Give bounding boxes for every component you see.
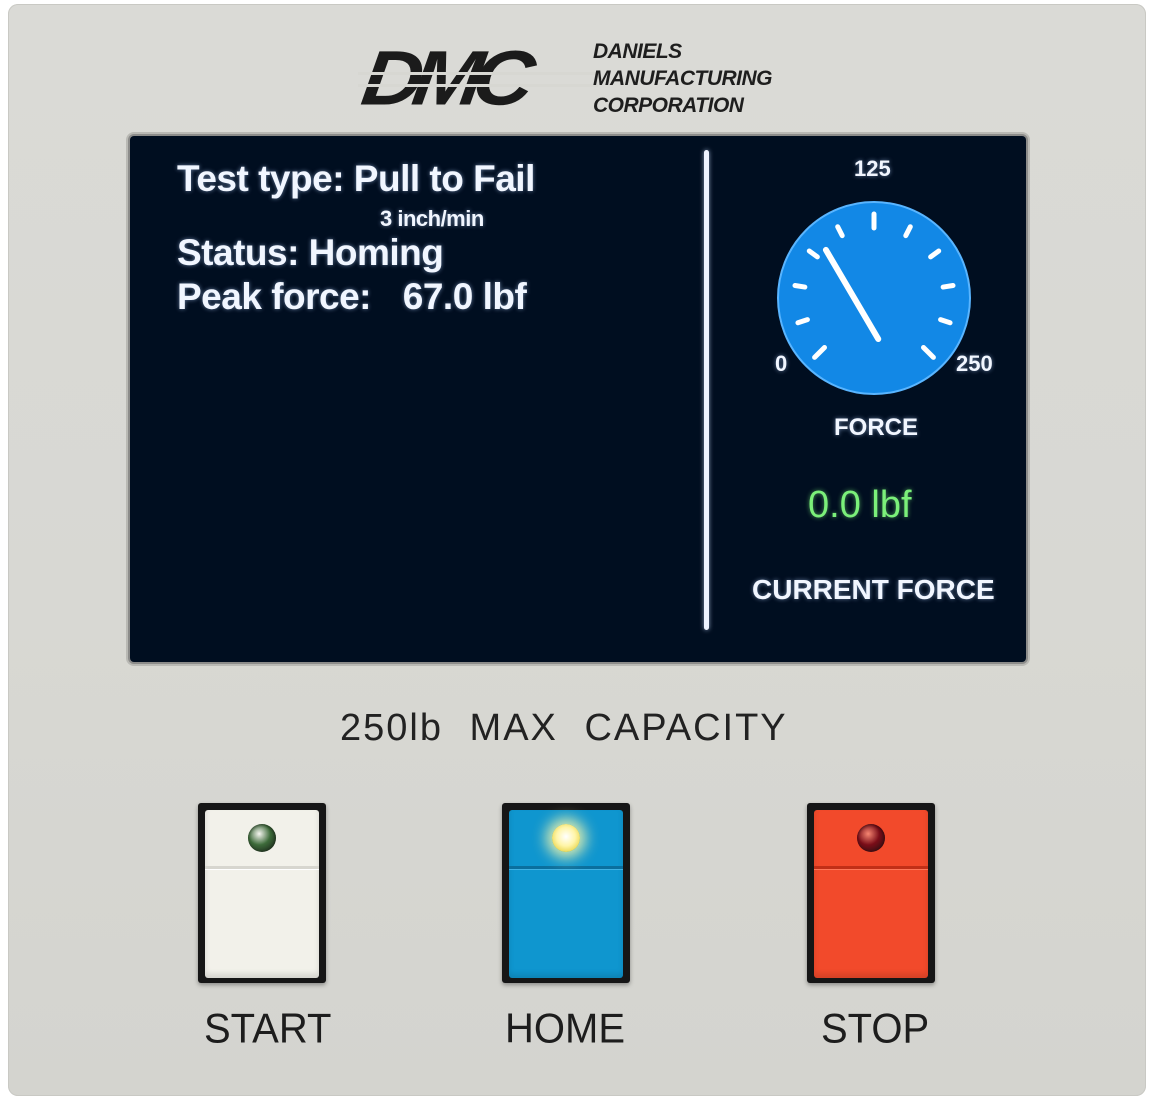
stop-button-cap[interactable] (814, 810, 928, 978)
gauge-tick (940, 282, 956, 290)
stop-label: STOP (821, 1005, 930, 1053)
test-type-text: Test type: Pull to Fail (177, 158, 535, 199)
capacity-label: 250lb MAX CAPACITY (340, 707, 788, 749)
start-label: START (204, 1005, 332, 1053)
button-seam (509, 866, 623, 869)
gauge-tick (938, 317, 953, 326)
start-button[interactable] (198, 803, 326, 983)
current-force-value: 0.0 lbf (808, 484, 912, 526)
peak-force-row: Peak force: 67.0 lbf (177, 276, 527, 318)
status-text: Status: Homing (177, 232, 444, 273)
gauge-title: FORCE (834, 414, 918, 441)
button-seam (814, 866, 928, 869)
stop-led-indicator (857, 824, 885, 852)
gauge-tick (795, 317, 810, 326)
company-name-line: MANUFACTURING (593, 67, 772, 90)
home-label: HOME (505, 1005, 625, 1053)
home-button[interactable] (502, 803, 630, 983)
home-button-cap[interactable] (509, 810, 623, 978)
screen-divider (704, 150, 709, 630)
force-gauge (777, 201, 971, 395)
start-button-cap[interactable] (205, 810, 319, 978)
company-name: DANIELS MANUFACTURING CORPORATION (593, 38, 772, 119)
start-led-indicator (248, 824, 276, 852)
current-force-label: CURRENT FORCE (752, 574, 995, 605)
logo-stripe (358, 84, 598, 87)
logo-stripe (358, 72, 598, 75)
logo-mark: DMC (356, 34, 531, 122)
button-seam (205, 866, 319, 869)
peak-force-value: 67.0 lbf (402, 276, 527, 317)
company-name-line: DANIELS (593, 40, 682, 63)
peak-force-label: Peak force: (177, 276, 372, 317)
stop-button[interactable] (807, 803, 935, 983)
gauge-face (777, 201, 971, 395)
speed-text: 3 inch/min (380, 206, 484, 231)
company-name-line: CORPORATION (593, 94, 744, 117)
home-led-indicator (552, 824, 580, 852)
gauge-mid-label: 125 (854, 156, 891, 181)
dmc-logo: DMC DANIELS MANUFACTURING CORPORATION (357, 34, 813, 124)
lcd-display: Test type: Pull to Fail 3 inch/min Statu… (130, 136, 1026, 662)
control-panel: DMC DANIELS MANUFACTURING CORPORATION Te… (8, 4, 1146, 1096)
gauge-tick (792, 282, 808, 290)
